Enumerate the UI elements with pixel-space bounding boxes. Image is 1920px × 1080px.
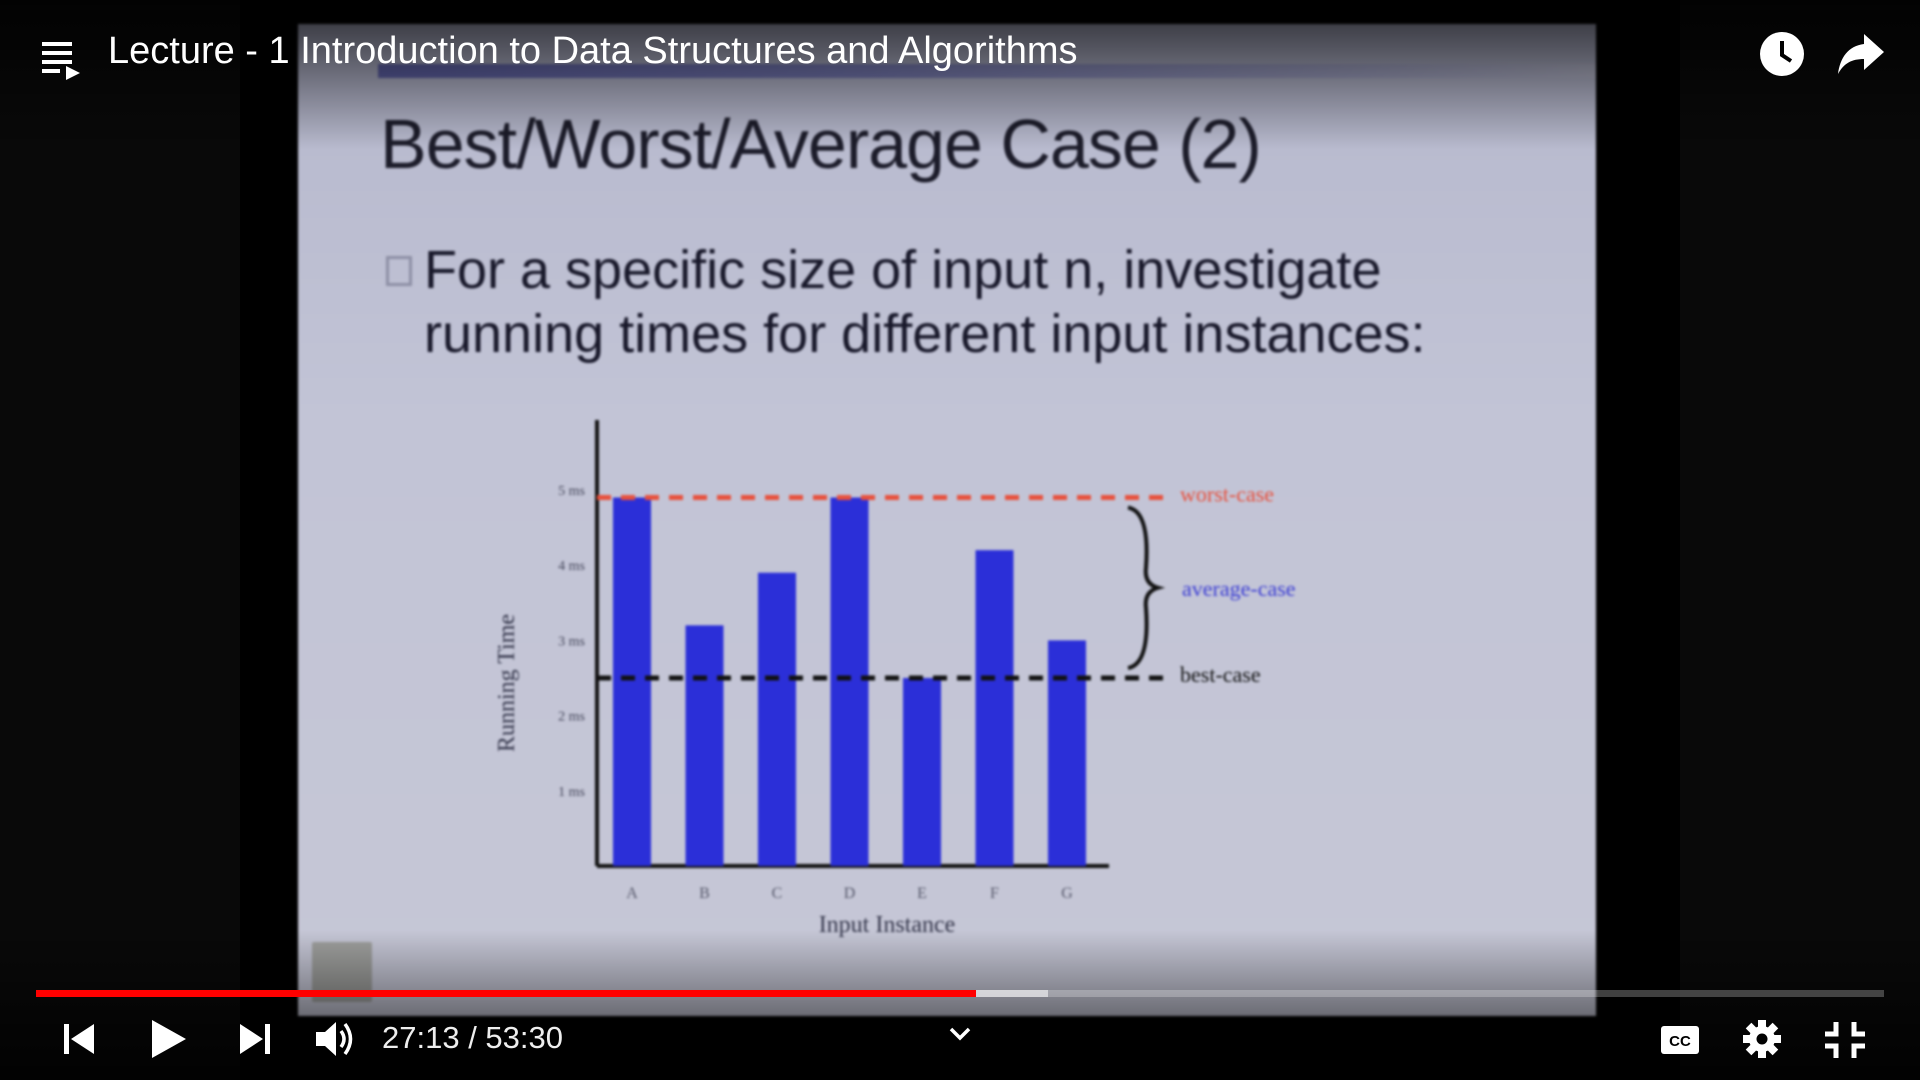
y-tick-label: 1 ms xyxy=(558,785,585,800)
video-frame[interactable]: Best/Worst/Average Case (2) For a specif… xyxy=(0,0,1920,1080)
average-case-label: average-case xyxy=(1182,576,1296,601)
lecture-slide: Best/Worst/Average Case (2) For a specif… xyxy=(298,24,1596,1016)
bar-F xyxy=(975,550,1014,866)
bottom-gradient xyxy=(0,930,1920,1080)
y-tick-label: 5 ms xyxy=(558,484,585,499)
letterbox-left xyxy=(0,0,240,1080)
exit-fullscreen-icon[interactable] xyxy=(1822,1014,1868,1069)
y-axis-title: Running Time xyxy=(494,614,520,752)
bar-C xyxy=(758,572,796,866)
clock-icon[interactable] xyxy=(1758,30,1806,83)
x-tick-label: A xyxy=(626,885,638,902)
progress-bar[interactable] xyxy=(36,990,1884,997)
letterbox-right xyxy=(1680,0,1920,1080)
x-tick-label: C xyxy=(772,885,783,902)
volume-icon[interactable] xyxy=(312,1014,358,1069)
bar-D xyxy=(830,497,869,866)
skip-next-icon[interactable] xyxy=(234,1014,274,1069)
y-tick-label: 4 ms xyxy=(558,559,585,574)
y-tick-label: 3 ms xyxy=(558,634,585,649)
play-icon[interactable] xyxy=(146,1014,190,1069)
svg-text:CC: CC xyxy=(1669,1033,1691,1050)
video-title[interactable]: Lecture - 1 Introduction to Data Structu… xyxy=(108,30,1078,73)
closed-captions-icon[interactable]: CC xyxy=(1658,1014,1702,1069)
gear-icon[interactable] xyxy=(1740,1014,1784,1069)
top-gradient xyxy=(0,0,1920,150)
skip-previous-icon[interactable] xyxy=(60,1014,100,1069)
reference-line-label: best-case xyxy=(1180,662,1261,687)
average-case-brace xyxy=(1127,505,1166,670)
x-tick-label: F xyxy=(990,885,999,902)
x-tick-label: B xyxy=(699,885,710,902)
chevron-down-icon[interactable] xyxy=(946,1020,974,1053)
bar-B xyxy=(685,625,724,866)
running-time-chart: 1 ms 2 ms 3 ms 4 ms 5 ms A B C D E F Gworst-case bes… xyxy=(494,420,1296,938)
y-tick-label: 2 ms xyxy=(558,710,585,725)
x-tick-label: E xyxy=(917,885,927,902)
bar-A xyxy=(613,497,651,866)
playlist-icon[interactable] xyxy=(40,36,84,85)
bar-E xyxy=(903,678,941,866)
x-tick-label: G xyxy=(1061,885,1073,902)
time-display: 27:13 / 53:30 xyxy=(382,1020,563,1055)
bar-G xyxy=(1048,640,1086,866)
x-tick-label: D xyxy=(844,885,856,902)
reference-line-label: worst-case xyxy=(1180,482,1274,507)
share-icon[interactable] xyxy=(1836,32,1886,81)
progress-played xyxy=(36,990,976,997)
